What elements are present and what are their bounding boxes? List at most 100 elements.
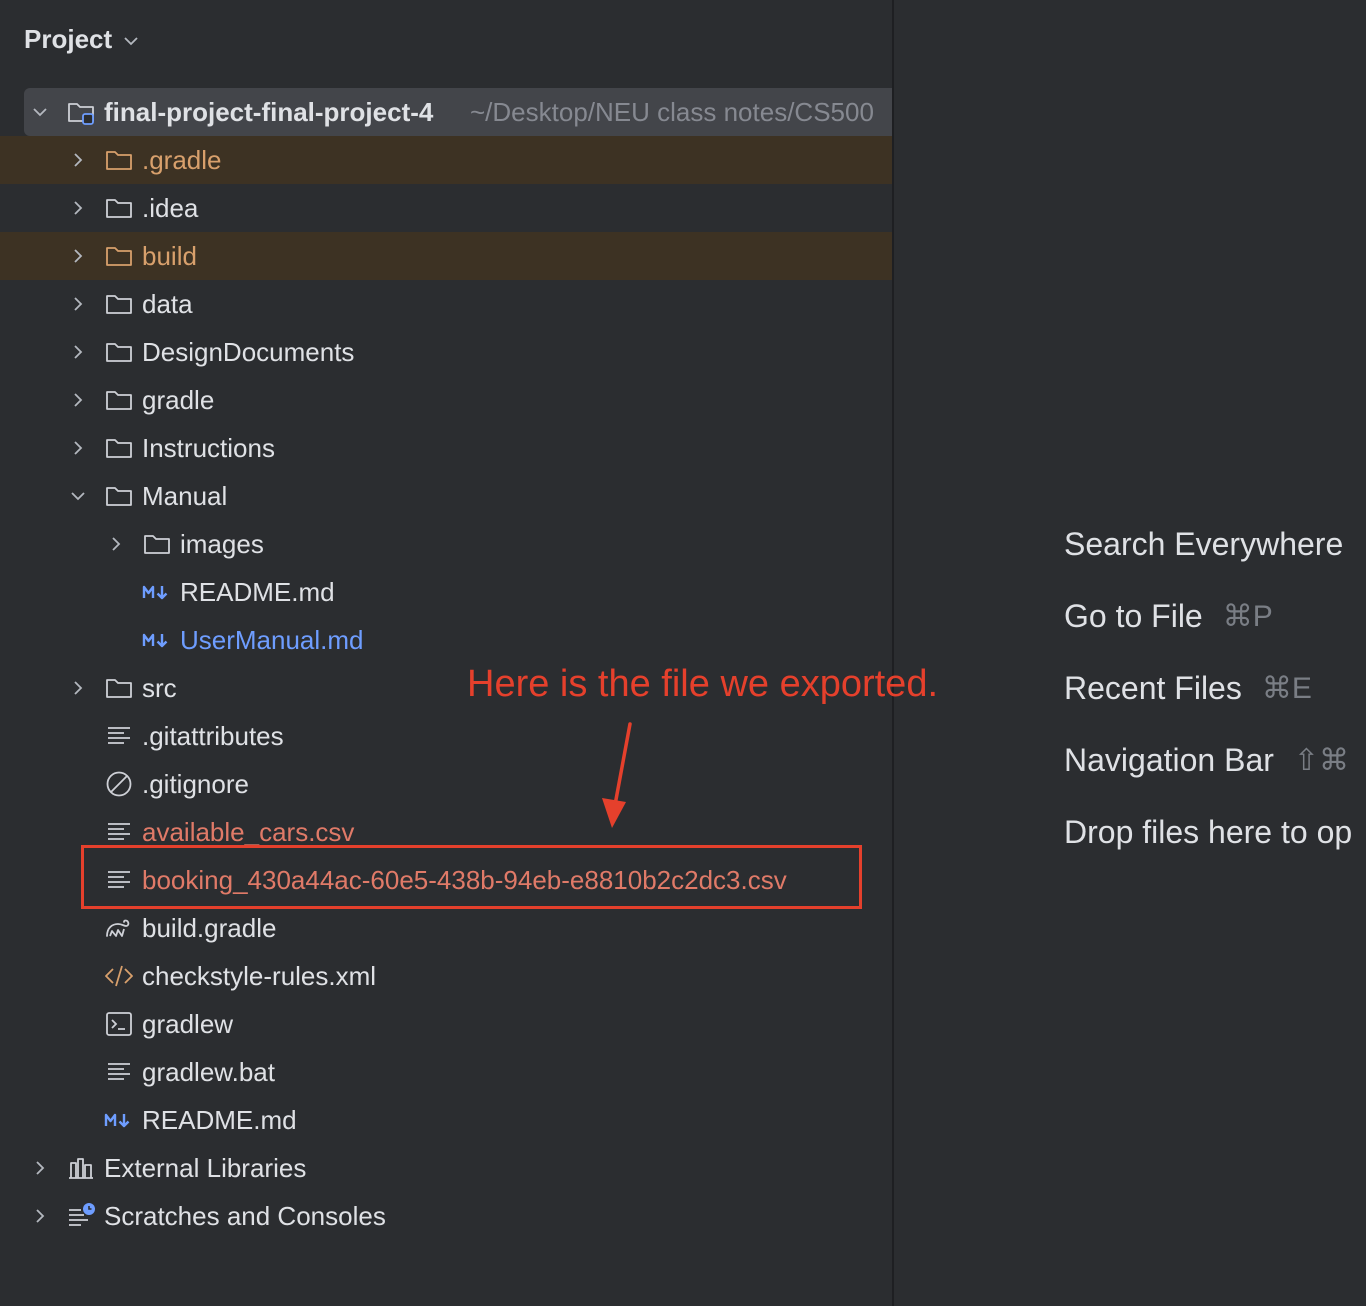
markdown-icon [104, 1113, 130, 1128]
project-view-selector[interactable]: Project [24, 18, 140, 60]
tree-item-data[interactable]: data [0, 280, 892, 328]
folder-icon [106, 151, 132, 170]
tree-item-gitattributes[interactable]: .gitattributes [0, 712, 892, 760]
folder-icon [106, 247, 132, 266]
scratches-icon [69, 1203, 95, 1226]
text-file-icon [108, 727, 130, 744]
markdown-icon [142, 633, 168, 648]
tree-item-label: .gradle [142, 145, 222, 175]
chevron-right-icon[interactable] [68, 294, 88, 314]
tree-item-designdocuments[interactable]: DesignDocuments [0, 328, 892, 376]
action-label: Recent Files [1064, 670, 1242, 706]
tree-item-label: build.gradle [142, 913, 277, 943]
action-label: Go to File [1064, 598, 1203, 634]
tree-item-manual[interactable]: Manual [0, 472, 892, 520]
tree-item-manual-readme[interactable]: README.md [0, 568, 892, 616]
folder-icon [106, 391, 132, 410]
action-recent-files[interactable]: Recent Files ⌘E [1064, 670, 1312, 707]
tree-item-gradle-folder[interactable]: gradle [0, 376, 892, 424]
tree-item-gitignore[interactable]: .gitignore [0, 760, 892, 808]
tree-item-usermanual[interactable]: UserManual.md [0, 616, 892, 664]
tree-item-label: DesignDocuments [142, 337, 355, 367]
folder-icon [106, 343, 132, 362]
drop-files-hint: Drop files here to op [1064, 814, 1352, 851]
tree-item-build-gradle[interactable]: build.gradle [0, 904, 892, 952]
tree-item-available-cars-csv[interactable]: available_cars.csv [0, 808, 892, 856]
root-module-name: final-project-final-project-4 [104, 97, 434, 127]
tree-item-label: data [142, 289, 193, 319]
editor-empty-state: Search Everywhere Go to File ⌘P Recent F… [894, 0, 1366, 1306]
chevron-down-icon[interactable] [68, 486, 88, 506]
tree-item-label: README.md [180, 577, 335, 607]
tree-item-label: Scratches and Consoles [104, 1201, 386, 1231]
tree-item-label: build [142, 241, 197, 271]
tree-item-idea[interactable]: .idea [0, 184, 892, 232]
tree-item-checkstyle-rules[interactable]: checkstyle-rules.xml [0, 952, 892, 1000]
action-label: Search Everywhere [1064, 526, 1344, 562]
chevron-right-icon[interactable] [68, 246, 88, 266]
chevron-down-icon [124, 37, 138, 46]
gradle-icon [106, 919, 130, 937]
text-file-icon [108, 823, 130, 840]
chevron-right-icon[interactable] [68, 198, 88, 218]
action-label: Navigation Bar [1064, 742, 1274, 778]
tree-item-label: Instructions [142, 433, 275, 463]
action-search-everywhere[interactable]: Search Everywhere [1064, 526, 1343, 563]
action-go-to-file[interactable]: Go to File ⌘P [1064, 598, 1273, 635]
root-module-path: ~/Desktop/NEU class notes/CS500 [470, 97, 874, 127]
tree-item-dot-gradle[interactable]: .gradle [0, 136, 892, 184]
tree-item-label: gradlew [142, 1009, 234, 1039]
tree-item-booking-csv[interactable]: booking_430a44ac-60e5-438b-94eb-e8810b2c… [0, 856, 892, 904]
chevron-right-icon[interactable] [30, 1206, 50, 1226]
module-folder-icon [68, 103, 94, 125]
tree-item-label: booking_430a44ac-60e5-438b-94eb-e8810b2c… [142, 865, 787, 895]
tree-item-gradlew[interactable]: gradlew [0, 1000, 892, 1048]
chevron-right-icon[interactable] [30, 1158, 50, 1178]
tree-item-scratches-consoles[interactable]: Scratches and Consoles [0, 1192, 892, 1240]
folder-icon [106, 439, 132, 458]
folder-icon [144, 535, 170, 554]
folder-icon [106, 679, 132, 698]
folder-icon [106, 199, 132, 218]
chevron-right-icon[interactable] [68, 678, 88, 698]
action-shortcut: ⌘E [1261, 672, 1312, 705]
chevron-right-icon[interactable] [106, 534, 126, 554]
text-file-icon [108, 1063, 130, 1080]
tree-item-label: .gitignore [142, 769, 249, 799]
tree-item-instructions[interactable]: Instructions [0, 424, 892, 472]
annotation-text: Here is the file we exported. [467, 663, 939, 705]
tree-item-label: images [180, 529, 264, 559]
chevron-right-icon[interactable] [68, 150, 88, 170]
annotation-arrow-icon [602, 722, 632, 828]
tree-item-root-readme[interactable]: README.md [0, 1096, 892, 1144]
tree-item-label: External Libraries [104, 1153, 307, 1183]
chevron-right-icon[interactable] [68, 342, 88, 362]
tree-item-label: .idea [142, 193, 199, 223]
ignore-file-icon [106, 771, 132, 797]
library-icon [69, 1158, 93, 1179]
tree-item-build-folder[interactable]: build [0, 232, 892, 280]
text-file-icon [108, 871, 130, 888]
chevron-right-icon[interactable] [68, 390, 88, 410]
folder-icon [106, 487, 132, 506]
tree-item-label: UserManual.md [180, 625, 364, 655]
tree-root-row[interactable]: final-project-final-project-4 ~/Desktop/… [24, 88, 892, 136]
chevron-down-icon[interactable] [30, 102, 50, 122]
chevron-right-icon[interactable] [68, 438, 88, 458]
tree-item-label: README.md [142, 1105, 297, 1135]
action-navigation-bar[interactable]: Navigation Bar ⇧⌘ [1064, 742, 1349, 779]
markdown-icon [142, 585, 168, 600]
tree-item-images[interactable]: images [0, 520, 892, 568]
action-shortcut: ⌘P [1222, 600, 1273, 633]
tree-item-label: gradle [142, 385, 215, 415]
tree-item-label: .gitattributes [142, 721, 284, 751]
tree-item-external-libraries[interactable]: External Libraries [0, 1144, 892, 1192]
tree-item-gradlew-bat[interactable]: gradlew.bat [0, 1048, 892, 1096]
project-tool-window: Project final-project-final-project-4 ~/… [0, 0, 892, 1306]
xml-icon [105, 965, 133, 987]
folder-icon [106, 295, 132, 314]
tree-item-label: available_cars.csv [142, 817, 355, 847]
action-label: Drop files here to op [1064, 814, 1353, 850]
project-view-title: Project [24, 23, 113, 54]
tree-item-label: Manual [142, 481, 228, 511]
